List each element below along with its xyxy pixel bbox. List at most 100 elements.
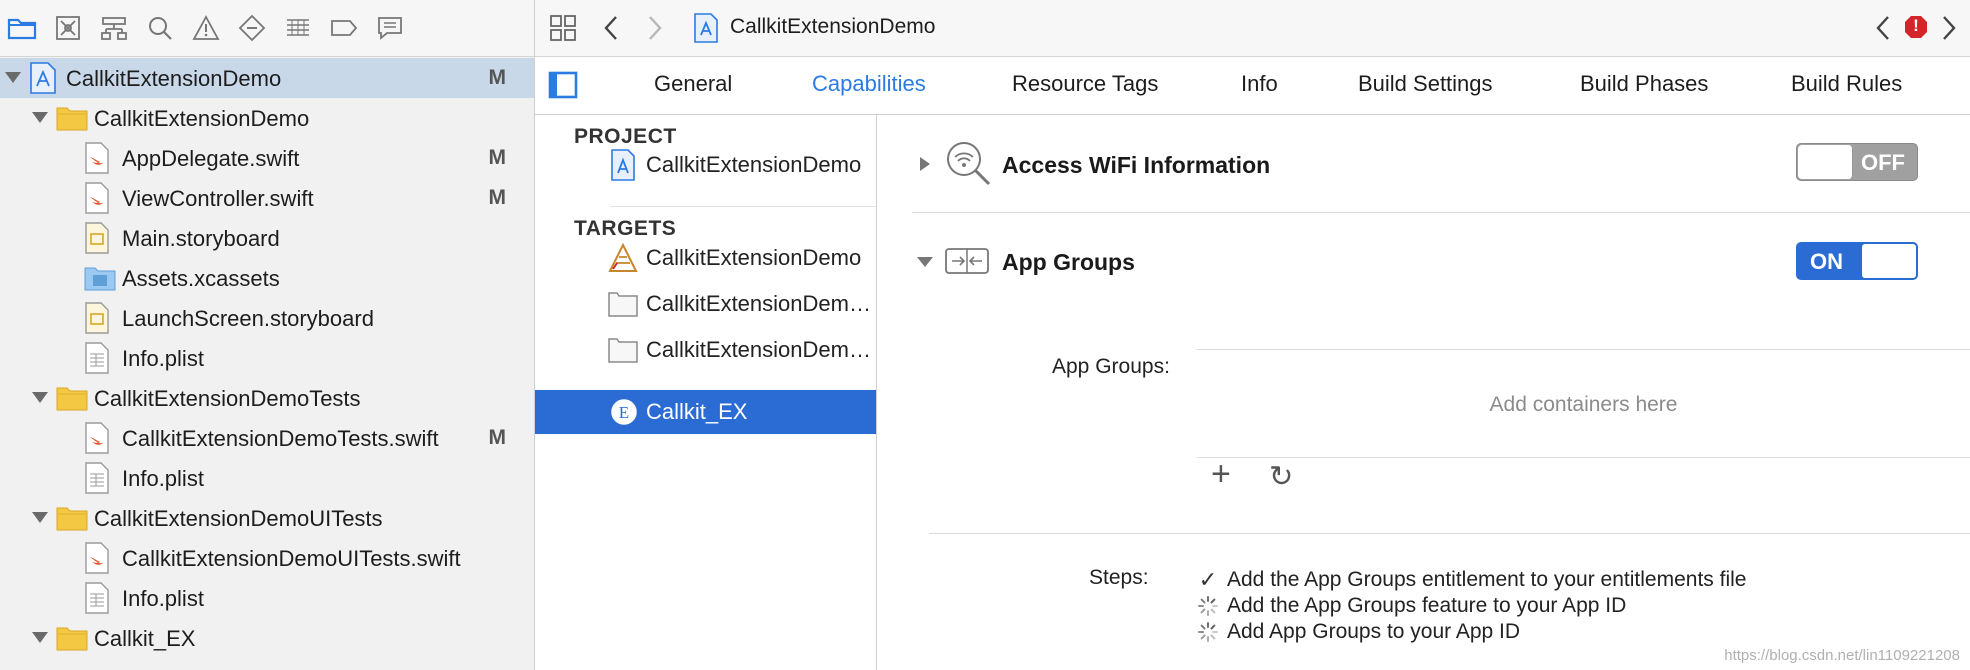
step-text: Add the App Groups feature to your App I… xyxy=(1227,594,1627,617)
add-container-button[interactable]: + xyxy=(1211,455,1231,494)
tab-build-settings[interactable]: Build Settings xyxy=(1358,71,1493,97)
source-control-icon[interactable] xyxy=(48,8,88,48)
prev-issue-icon[interactable] xyxy=(1874,14,1892,42)
modified-badge: M xyxy=(488,146,507,169)
target-item-app[interactable]: CallkitExtensionDemo xyxy=(535,236,876,280)
folder-icon xyxy=(56,505,88,535)
tab-resource-tags[interactable]: Resource Tags xyxy=(1012,71,1158,97)
target-item-label: CallkitExtensionDemoTests xyxy=(646,291,876,316)
navigator-file-row[interactable]: AppDelegate.swift M xyxy=(0,138,534,178)
navigator-file-row[interactable]: LaunchScreen.storyboard xyxy=(0,298,534,338)
target-item-ui-tests[interactable]: CallkitExtensionDemoUITests xyxy=(535,328,876,372)
app-groups-disclosure-icon[interactable] xyxy=(916,255,934,269)
sidebar-toggle-icon[interactable] xyxy=(548,71,578,99)
navigator-toolbar xyxy=(0,0,534,57)
step-item: ✓ Add the App Groups entitlement to your … xyxy=(1195,567,1747,593)
navigator-item-label: CallkitExtensionDemoTests.swift xyxy=(122,426,439,451)
plist-file-icon xyxy=(84,462,112,494)
navigator-file-row[interactable]: ViewController.swift M xyxy=(0,178,534,218)
folder-icon[interactable] xyxy=(2,8,42,48)
tab-build-phases[interactable]: Build Phases xyxy=(1580,71,1708,97)
project-item[interactable]: CallkitExtensionDemo xyxy=(535,143,876,187)
report-icon[interactable] xyxy=(370,8,410,48)
forward-icon[interactable] xyxy=(645,14,665,42)
disclosure-triangle-icon[interactable] xyxy=(31,629,49,647)
app-groups-container-list[interactable]: Add containers here xyxy=(1197,350,1970,457)
breakpoint-icon[interactable] xyxy=(324,8,364,48)
modified-badge: M xyxy=(488,66,507,89)
navigator-item-label: CallkitExtensionDemo xyxy=(94,106,310,131)
debug-icon[interactable] xyxy=(278,8,318,48)
grid-icon[interactable] xyxy=(549,14,577,42)
target-item-tests[interactable]: CallkitExtensionDemoTests xyxy=(535,282,876,326)
warning-icon[interactable] xyxy=(186,8,226,48)
modified-badge: M xyxy=(488,186,507,209)
navigator-file-row[interactable]: Info.plist xyxy=(0,338,534,378)
navigator-group-row[interactable]: CallkitExtensionDemoUITests xyxy=(0,498,534,538)
navigator-item-label: Callkit_EX xyxy=(94,626,196,651)
progress-spinner-icon xyxy=(1195,593,1221,619)
svg-text:E: E xyxy=(619,403,629,422)
wifi-disclosure-icon[interactable] xyxy=(918,155,932,173)
navigator-file-row[interactable]: CallkitExtensionDemoUITests.swift xyxy=(0,538,534,578)
navigator-item-label: Assets.xcassets xyxy=(122,266,280,291)
asset-catalog-icon xyxy=(84,265,116,295)
wifi-toggle[interactable]: OFF xyxy=(1796,143,1918,181)
navigator-file-row[interactable]: Info.plist xyxy=(0,458,534,498)
navigator-item-label: ViewController.swift xyxy=(122,186,314,211)
test-target-icon xyxy=(607,336,639,364)
app-groups-toggle[interactable]: ON xyxy=(1796,242,1918,280)
swift-file-icon xyxy=(84,142,112,174)
checkmark-icon: ✓ xyxy=(1198,567,1218,592)
tab-info[interactable]: Info xyxy=(1241,71,1278,97)
navigator-item-label: CallkitExtensionDemoTests xyxy=(94,386,361,411)
folder-icon xyxy=(56,385,88,415)
tab-general[interactable]: General xyxy=(654,71,732,97)
navigator-item-label: CallkitExtensionDemoUITests.swift xyxy=(122,546,461,571)
navigator-file-row[interactable]: Assets.xcassets xyxy=(0,258,534,298)
swift-file-icon xyxy=(84,422,112,454)
test-icon[interactable] xyxy=(232,8,272,48)
navigator-group-row[interactable]: CallkitExtensionDemoTests xyxy=(0,378,534,418)
disclosure-triangle-icon[interactable] xyxy=(31,389,49,407)
divider xyxy=(610,206,876,207)
jump-bar: CallkitExtensionDemo ! xyxy=(535,0,1970,57)
error-icon[interactable]: ! xyxy=(1904,15,1928,39)
swift-file-icon xyxy=(84,182,112,214)
step-text: Add the App Groups entitlement to your e… xyxy=(1227,568,1747,591)
navigator-item-label: CallkitExtensionDemoUITests xyxy=(94,506,383,531)
back-icon[interactable] xyxy=(601,14,621,42)
navigator-file-row[interactable]: Main.storyboard xyxy=(0,218,534,258)
navigator-group-row[interactable]: CallkitExtensionDemo xyxy=(0,98,534,138)
navigator-project-row[interactable]: CallkitExtensionDemo M xyxy=(0,58,534,98)
navigator-file-row[interactable]: CallkitExtensionDemoTests.swift M xyxy=(0,418,534,458)
jump-bar-title[interactable]: CallkitExtensionDemo xyxy=(730,15,935,39)
hierarchy-icon[interactable] xyxy=(94,8,134,48)
plist-file-icon xyxy=(84,582,112,614)
test-target-icon xyxy=(607,290,639,318)
wifi-search-icon xyxy=(943,138,993,188)
tab-build-rules[interactable]: Build Rules xyxy=(1791,71,1902,97)
app-target-icon xyxy=(607,243,639,273)
tab-capabilities[interactable]: Capabilities xyxy=(812,71,926,97)
disclosure-triangle-icon[interactable] xyxy=(31,509,49,527)
navigator-item-label: AppDelegate.swift xyxy=(122,146,300,171)
refresh-icon[interactable]: ↻ xyxy=(1269,459,1293,494)
target-item-label: Callkit_EX xyxy=(646,399,748,424)
search-icon[interactable] xyxy=(140,8,180,48)
step-item: Add App Groups to your App ID xyxy=(1195,619,1520,645)
divider xyxy=(929,533,1970,534)
target-item-extension[interactable]: E Callkit_EX xyxy=(535,390,876,434)
steps-label: Steps: xyxy=(1089,566,1149,589)
capabilities-pane: Access WiFi Information OFF App Groups O… xyxy=(877,115,1970,670)
toggle-label: OFF xyxy=(1861,150,1905,175)
project-icon xyxy=(29,62,57,94)
toggle-label: ON xyxy=(1810,249,1843,274)
disclosure-triangle-icon[interactable] xyxy=(4,69,22,87)
storyboard-file-icon xyxy=(84,222,112,254)
disclosure-triangle-icon[interactable] xyxy=(31,109,49,127)
editor-tab-bar: General Capabilities Resource Tags Info … xyxy=(535,57,1970,115)
next-issue-icon[interactable] xyxy=(1940,14,1958,42)
navigator-file-row[interactable]: Info.plist xyxy=(0,578,534,618)
navigator-group-row[interactable]: Callkit_EX xyxy=(0,618,534,658)
